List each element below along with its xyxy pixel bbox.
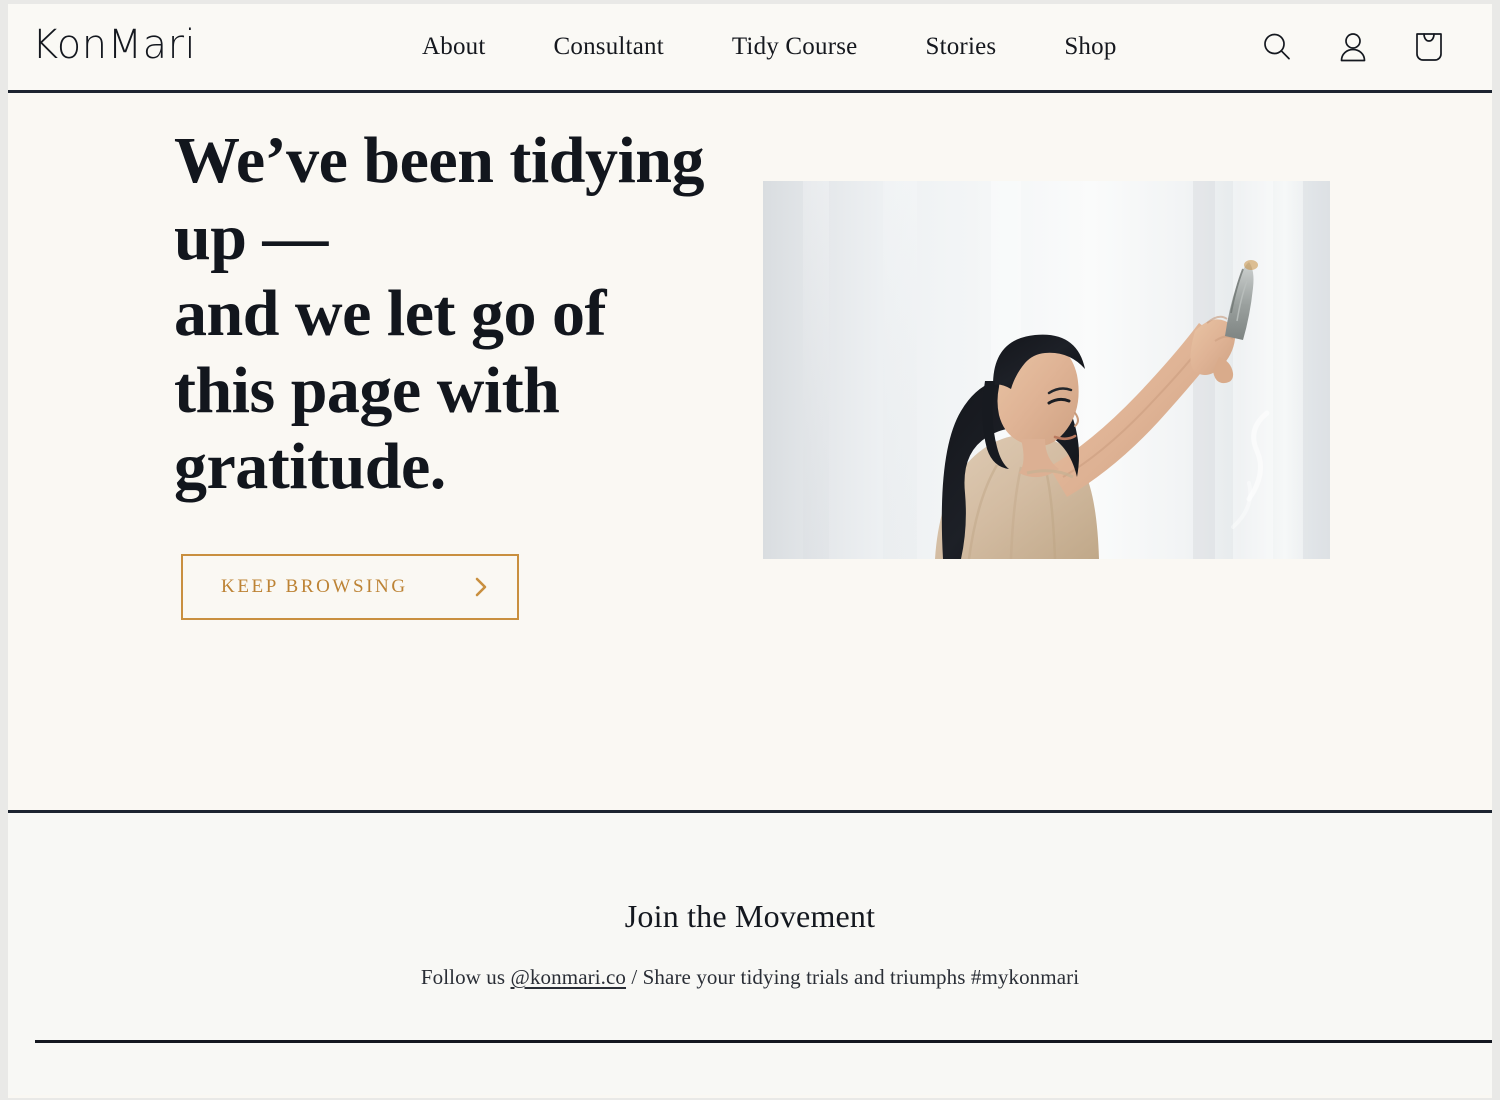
nav-item-consultant[interactable]: Consultant xyxy=(520,33,698,61)
footer-follow-line: Follow us @konmari.co / Share your tidyi… xyxy=(8,965,1492,990)
nav-item-stories[interactable]: Stories xyxy=(891,33,1030,61)
nav-item-tidy-course[interactable]: Tidy Course xyxy=(698,33,892,61)
keep-browsing-label: KEEP BROWSING xyxy=(221,576,408,597)
instagram-handle-link[interactable]: @konmari.co xyxy=(511,965,627,989)
site-header: KonMari About Consultant Tidy Course Sto… xyxy=(8,4,1492,93)
headline-line-4: this page with xyxy=(174,353,560,427)
primary-navigation: About Consultant Tidy Course Stories Sho… xyxy=(388,4,1151,90)
hero-image xyxy=(763,181,1330,559)
hero-section: We’ve been tidying up — and we let go of… xyxy=(8,93,1492,813)
headline-line-1: We’ve been tidying xyxy=(174,124,705,197)
page-root: KonMari About Consultant Tidy Course Sto… xyxy=(8,4,1492,1098)
headline-line-3: and we let go of xyxy=(174,277,606,351)
shopping-bag-icon[interactable] xyxy=(1412,30,1446,64)
nav-item-about[interactable]: About xyxy=(388,33,520,61)
footer-divider xyxy=(35,1040,1492,1043)
nav-item-shop[interactable]: Shop xyxy=(1030,33,1150,61)
keep-browsing-button[interactable]: KEEP BROWSING xyxy=(181,554,519,620)
footer-follow-suffix: / Share your tidying trials and triumphs… xyxy=(626,965,1080,989)
footer-follow-prefix: Follow us xyxy=(420,965,511,989)
search-icon[interactable] xyxy=(1260,30,1294,64)
chevron-right-icon xyxy=(471,574,491,600)
logo-konmari[interactable]: KonMari xyxy=(32,25,196,65)
site-footer: Join the Movement Follow us @konmari.co … xyxy=(8,813,1492,1095)
footer-heading: Join the Movement xyxy=(624,898,876,934)
headline-line-5: gratitude. xyxy=(174,430,446,504)
headline-line-2: up — xyxy=(174,200,328,274)
account-icon[interactable] xyxy=(1336,30,1370,64)
page-title: We’ve been tidying up — and we let go of… xyxy=(174,123,734,506)
header-utility-icons xyxy=(1260,4,1446,90)
